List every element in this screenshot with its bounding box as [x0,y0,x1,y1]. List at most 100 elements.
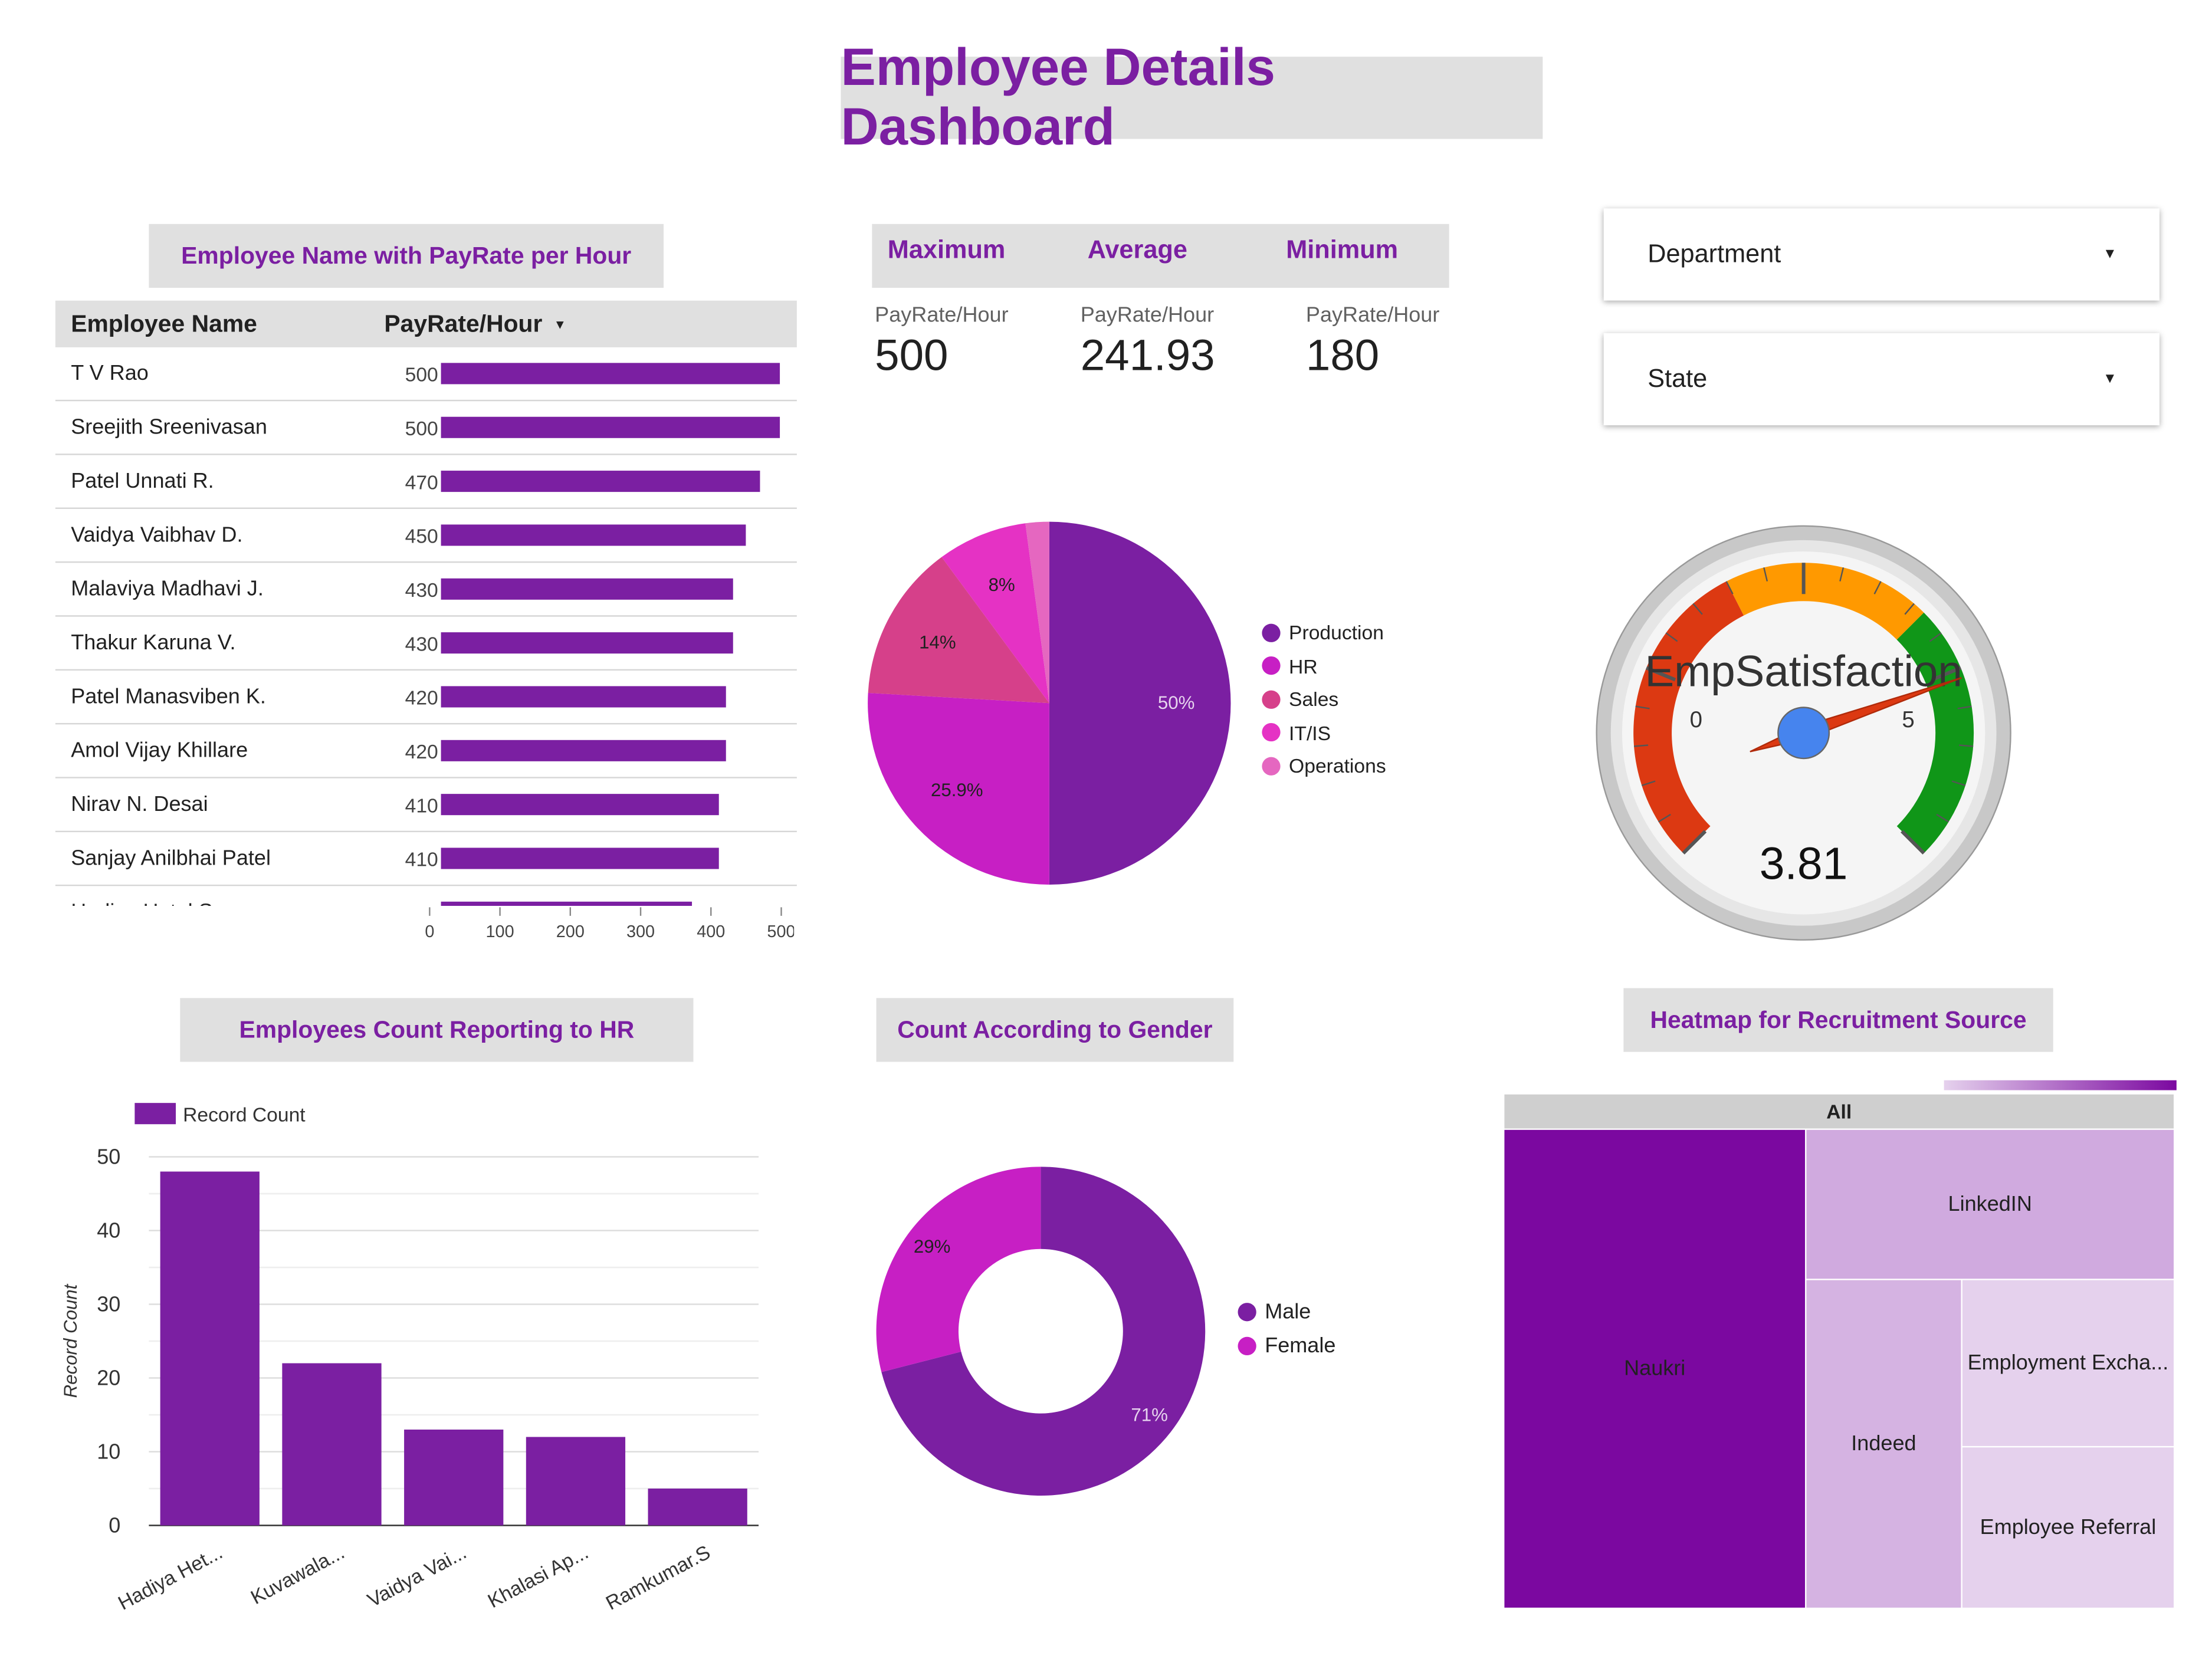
y-tick-label: 20 [97,1366,120,1390]
y-tick-label: 0 [109,1513,120,1538]
gauge-value: 3.81 [1760,838,1848,889]
score-value-min: 180 [1305,330,1380,380]
col-payrate[interactable]: PayRate/Hour ▼ [384,310,566,338]
y-tick-label: 30 [97,1292,120,1316]
legend-item[interactable]: HR [1262,654,1318,677]
axis-tick-label: 500 [767,922,794,941]
score-label-min: PayRate/Hour [1305,303,1440,328]
hr-bar-chart: 0 10 20 30 40 50 Record Count Record Count Hadiy… [60,1103,759,1615]
treemap-cell-employee-referral[interactable]: Employee Referral [1962,1447,2174,1608]
y-tick-label: 10 [97,1440,120,1464]
table-row[interactable]: Thakur Karuna V. 430 [55,617,797,671]
row-payrate-bar [441,471,760,492]
pie-data-label: 50% [1158,692,1195,713]
axis-tick-label: 400 [697,922,725,941]
legend-dot-icon [1262,722,1281,742]
table-row[interactable]: Amol Vijay Khillare 420 [55,724,797,778]
axis-tick-label: 300 [626,922,655,941]
legend-dot-icon [1262,656,1281,675]
legend-item[interactable]: Operations [1262,754,1386,777]
table-row[interactable]: Patel Unnati R. 470 [55,455,797,509]
row-employee-name: Sanjay Anilbhai Patel [71,846,271,870]
department-filter[interactable]: Department ▼ [1603,208,2160,301]
payrate-table: Employee Name PayRate/Hour ▼ T V Rao 500 S… [55,300,797,906]
col-employee-name[interactable]: Employee Name [55,310,385,338]
pie-data-label: 8% [989,574,1015,595]
table-body: T V Rao 500 Sreejith Sreenivasan 500 Patel U… [55,347,797,906]
pie-data-label: 14% [919,632,956,652]
legend-item[interactable]: Male [1238,1300,1311,1324]
table-section-title: Employee Name with PayRate per Hour [149,224,664,288]
row-payrate-value: 420 [405,739,438,763]
legend-label: Production [1289,620,1384,644]
legend-item[interactable]: IT/IS [1262,721,1331,744]
payrate-axis: 0 100 200 300 400 500 [425,907,794,941]
gauge-max-label: 5 [1902,707,1914,732]
y-tick-label: 50 [97,1145,120,1169]
table-row[interactable]: Malaviya Madhavi J. 430 [55,563,797,617]
score-label-max: PayRate/Hour [875,303,1009,328]
donut-data-label: 71% [1131,1405,1168,1425]
treemap-root-all[interactable]: All [1504,1094,2174,1129]
legend-item[interactable]: Production [1262,621,1384,643]
treemap-cell-indeed[interactable]: Indeed [1806,1280,1961,1608]
legend-dot-icon [1262,623,1281,642]
table-row[interactable]: Sanjay Anilbhai Patel 410 [55,832,797,886]
score-header-minimum: Minimum [1286,235,1399,264]
pie-slice-production [1049,521,1231,885]
y-axis-label: Record Count [60,1283,81,1398]
row-employee-name: Hadiya Hetal S. [55,900,385,906]
table-row[interactable]: Patel Manasviben K. 420 [55,671,797,725]
bar [648,1488,747,1526]
treemap-cell-employment-exchange[interactable]: Employment Excha... [1962,1280,2174,1446]
row-payrate-value: 430 [405,577,438,601]
treemap-cell-linkedin[interactable]: LinkedIN [1806,1129,2174,1279]
x-tick-label: Khalasi Ap... [484,1542,592,1612]
table-row[interactable]: T V Rao 500 [55,347,797,402]
dropdown-arrow-icon[interactable]: ▼ [2103,247,2117,262]
axis-tick-label: 200 [556,922,585,941]
state-filter[interactable]: State ▼ [1603,333,2160,426]
row-payrate-value: 420 [405,685,438,708]
legend-dot-icon [1238,1303,1256,1322]
legend-label: Record Count [183,1104,306,1126]
col-payrate-label: PayRate/Hour [384,310,543,337]
scorecard-header: Maximum Average Minimum [872,224,1449,288]
row-employee-name: Sreejith Sreenivasan [71,415,267,440]
gender-donut-chart: 71% 29% [876,1167,1206,1496]
bar [404,1429,504,1526]
donut-slice-female [876,1167,1041,1372]
treemap-cell-naukri[interactable]: Naukri [1504,1129,1806,1608]
x-tick-label: Hadiya Het... [114,1542,226,1615]
heatmap-section-title: Heatmap for Recruitment Source [1623,988,2053,1052]
legend-item[interactable]: Female [1238,1333,1336,1358]
axis-tick-label: 0 [425,922,434,941]
satisfaction-gauge: EmpSatisfaction 0 5 3.81 [1596,525,2011,941]
bar [282,1363,382,1526]
table-row[interactable]: Vaidya Vaibhav D. 450 [55,509,797,563]
dropdown-arrow-icon[interactable]: ▼ [2103,372,2117,387]
sort-desc-caret-icon[interactable]: ▼ [554,317,566,331]
score-header-maximum: Maximum [887,235,1006,264]
department-pie-legend: Production HR Sales IT/IS Operations [1262,621,1446,791]
row-payrate-value: 450 [405,524,438,547]
legend-label: Female [1265,1333,1336,1358]
page-title: Employee Details Dashboard [841,38,1543,156]
row-payrate-value: 410 [405,847,438,870]
row-employee-name: Thakur Karuna V. [71,630,236,655]
legend-label: IT/IS [1289,721,1331,744]
row-payrate-bar [441,416,780,438]
donut-data-label: 29% [914,1236,951,1257]
x-tick-label: Ramkumar.S [602,1542,714,1615]
legend-label: Male [1265,1300,1311,1325]
row-employee-name: Nirav N. Desai [71,792,208,817]
y-tick-label: 40 [97,1218,120,1243]
table-row[interactable]: Hadiya Hetal S.370 [55,886,797,906]
row-payrate-value: 410 [405,793,438,816]
score-header-average: Average [1087,235,1187,264]
table-row[interactable]: Nirav N. Desai 410 [55,778,797,833]
row-employee-name: Amol Vijay Khillare [71,738,248,763]
state-filter-label: State [1647,364,1708,393]
legend-item[interactable]: Sales [1262,688,1338,710]
table-row[interactable]: Sreejith Sreenivasan 500 [55,401,797,455]
